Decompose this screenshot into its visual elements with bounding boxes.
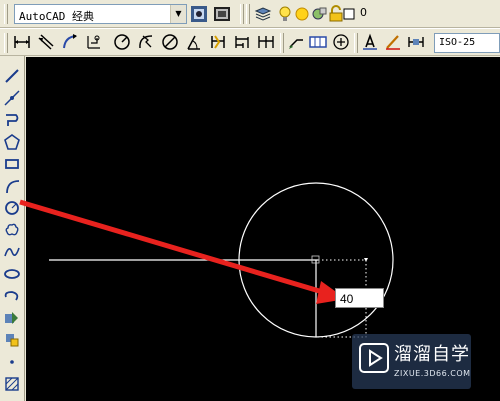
ellipse-icon[interactable] xyxy=(2,264,22,284)
construction-line-icon[interactable] xyxy=(2,88,22,108)
play-logo-icon xyxy=(359,343,389,373)
workspace-toolbar-icon[interactable] xyxy=(212,4,232,24)
toolbar-grip[interactable] xyxy=(240,4,244,24)
arc-length-dim-icon[interactable] xyxy=(60,32,80,52)
insert-block-icon[interactable] xyxy=(2,308,22,328)
watermark-title: 溜溜自学 xyxy=(394,344,470,365)
workspaces-toolbar: AutoCAD 经典 ▼ 0 xyxy=(0,0,500,28)
diameter-dim-icon[interactable] xyxy=(160,32,180,52)
make-block-icon[interactable] xyxy=(2,330,22,350)
workspace-name: AutoCAD 经典 xyxy=(19,10,94,23)
continue-dim-icon[interactable] xyxy=(256,32,276,52)
quick-dim-icon[interactable] xyxy=(208,32,228,52)
layer-manager-icon[interactable] xyxy=(253,4,273,24)
quick-leader-icon[interactable] xyxy=(286,32,306,52)
draw-toolbar xyxy=(0,56,25,401)
workspace-settings-icon[interactable] xyxy=(189,4,209,24)
jogged-dim-icon[interactable] xyxy=(136,32,156,52)
revision-cloud-icon[interactable] xyxy=(2,220,22,240)
hatch-icon[interactable] xyxy=(2,374,22,394)
tolerance-icon[interactable] xyxy=(308,32,328,52)
dynamic-input-field[interactable]: 40 xyxy=(335,288,384,308)
aligned-dim-icon[interactable] xyxy=(36,32,56,52)
angular-dim-icon[interactable] xyxy=(184,32,204,52)
toolbar-grip[interactable] xyxy=(280,33,284,53)
point-icon[interactable] xyxy=(2,352,22,372)
linear-dim-icon[interactable] xyxy=(12,32,32,52)
ellipse-arc-icon[interactable] xyxy=(2,286,22,306)
polyline-icon[interactable] xyxy=(2,110,22,130)
radius-dim-icon[interactable] xyxy=(112,32,132,52)
line-icon[interactable] xyxy=(2,66,22,86)
toolbar-grip[interactable] xyxy=(246,4,250,24)
watermark-url: ZIXUE.3D66.COM xyxy=(394,369,471,378)
polygon-icon[interactable] xyxy=(2,132,22,152)
layer-color-square-icon[interactable] xyxy=(342,4,356,24)
circle-icon[interactable] xyxy=(2,198,22,218)
baseline-dim-icon[interactable] xyxy=(232,32,252,52)
center-mark-icon[interactable] xyxy=(331,32,351,52)
current-layer-name: 0 xyxy=(360,6,367,19)
arc-icon[interactable] xyxy=(2,176,22,196)
toolbar-grip[interactable] xyxy=(354,33,358,53)
rectangle-icon[interactable] xyxy=(2,154,22,174)
dim-edit-icon[interactable] xyxy=(360,32,380,52)
dim-text-edit-icon[interactable] xyxy=(383,32,403,52)
chevron-down-icon[interactable]: ▼ xyxy=(170,5,186,23)
spline-icon[interactable] xyxy=(2,242,22,262)
toolbar-grip[interactable] xyxy=(4,33,8,53)
dim-update-icon[interactable] xyxy=(406,32,426,52)
watermark: 溜溜自学 ZIXUE.3D66.COM xyxy=(352,334,471,389)
dim-style-name: ISO-25 xyxy=(439,37,476,48)
dynamic-input-value: 40 xyxy=(340,292,354,306)
dimension-toolbar: ISO-25 xyxy=(0,28,500,56)
workspace-dropdown[interactable]: AutoCAD 经典 ▼ xyxy=(14,4,187,24)
ordinate-dim-icon[interactable] xyxy=(84,32,104,52)
toolbar-grip[interactable] xyxy=(4,4,8,24)
dim-style-dropdown[interactable]: ISO-25 xyxy=(434,33,500,53)
